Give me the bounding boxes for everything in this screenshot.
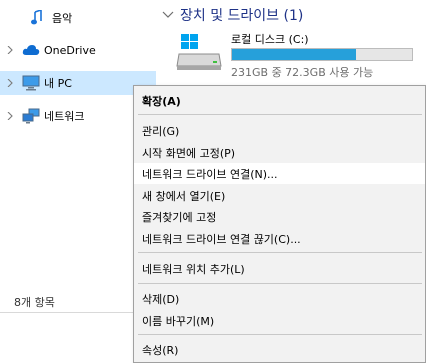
drive-usage-bar [231,48,413,61]
group-title: 장치 및 드라이브 (1) [180,8,304,24]
chevron-right-icon[interactable] [6,46,14,54]
menu-separator [138,334,422,335]
network-icon [22,108,40,124]
nav-label-music: 음악 [52,12,73,25]
menu-label-map-network-drive: 네트워크 드라이브 연결(N)... [142,167,278,181]
nav-label-network: 네트워크 [44,110,85,123]
nav-item-music[interactable]: 음악 [0,6,156,30]
menu-label-pin-start: 시작 화면에 고정(P) [142,146,236,160]
nav-label-this-pc: 내 PC [44,77,72,90]
menu-label-open-new-window: 새 창에서 열기(E) [142,189,226,203]
menu-label-add-network-location: 네트워크 위치 추가(L) [142,262,245,276]
menu-label-pin-quick-access: 즐겨찾기에 고정 [142,210,217,224]
menu-label-disconnect-network-drive: 네트워크 드라이브 연결 끊기(C)... [142,232,301,246]
menu-item-map-network-drive[interactable]: 네트워크 드라이브 연결(N)... [134,163,425,184]
drive-name: 로컬 디스크 (C:) [231,33,309,46]
item-count: 8개 항목 [14,296,55,309]
menu-item-add-network-location[interactable]: 네트워크 위치 추가(L) [134,258,425,279]
chevron-right-icon[interactable] [6,112,14,120]
menu-label-rename: 이름 바꾸기(M) [142,314,215,328]
chevron-right-icon[interactable] [6,79,14,87]
menu-label-manage: 관리(G) [142,124,180,138]
menu-item-properties[interactable]: 속성(R) [134,339,425,360]
group-header-devices[interactable]: 장치 및 드라이브 (1) [162,4,303,26]
drive-usage-fill [232,49,357,60]
menu-item-open-new-window[interactable]: 새 창에서 열기(E) [134,185,425,206]
music-icon [30,8,48,26]
menu-item-delete[interactable]: 삭제(D) [134,288,425,309]
cloud-icon [22,42,40,58]
menu-separator [138,252,422,253]
context-menu: 확장(A) 관리(G) 시작 화면에 고정(P) 네트워크 드라이브 연결(N)… [133,85,426,363]
menu-label-delete: 삭제(D) [142,292,180,306]
menu-item-rename[interactable]: 이름 바꾸기(M) [134,310,425,331]
menu-item-disconnect-network-drive[interactable]: 네트워크 드라이브 연결 끊기(C)... [134,228,425,249]
menu-label-expand: 확장(A) [142,94,181,108]
drive-tile-c[interactable]: 로컬 디스크 (C:) 231GB 중 72.3GB 사용 가능 [175,28,415,80]
menu-item-pin-quick-access[interactable]: 즐겨찾기에 고정 [134,206,425,227]
menu-label-properties: 속성(R) [142,343,179,357]
computer-icon [22,75,40,91]
menu-separator [138,114,422,115]
menu-separator [138,283,422,284]
nav-item-onedrive[interactable]: OneDrive [0,38,156,62]
menu-item-manage[interactable]: 관리(G) [134,120,425,141]
menu-item-expand[interactable]: 확장(A) [134,90,425,111]
chevron-down-icon[interactable] [162,10,174,20]
menu-item-pin-start[interactable]: 시작 화면에 고정(P) [134,142,425,163]
nav-label-onedrive: OneDrive [44,43,96,57]
drive-free-space: 231GB 중 72.3GB 사용 가능 [231,66,374,79]
hard-drive-icon [175,32,223,72]
